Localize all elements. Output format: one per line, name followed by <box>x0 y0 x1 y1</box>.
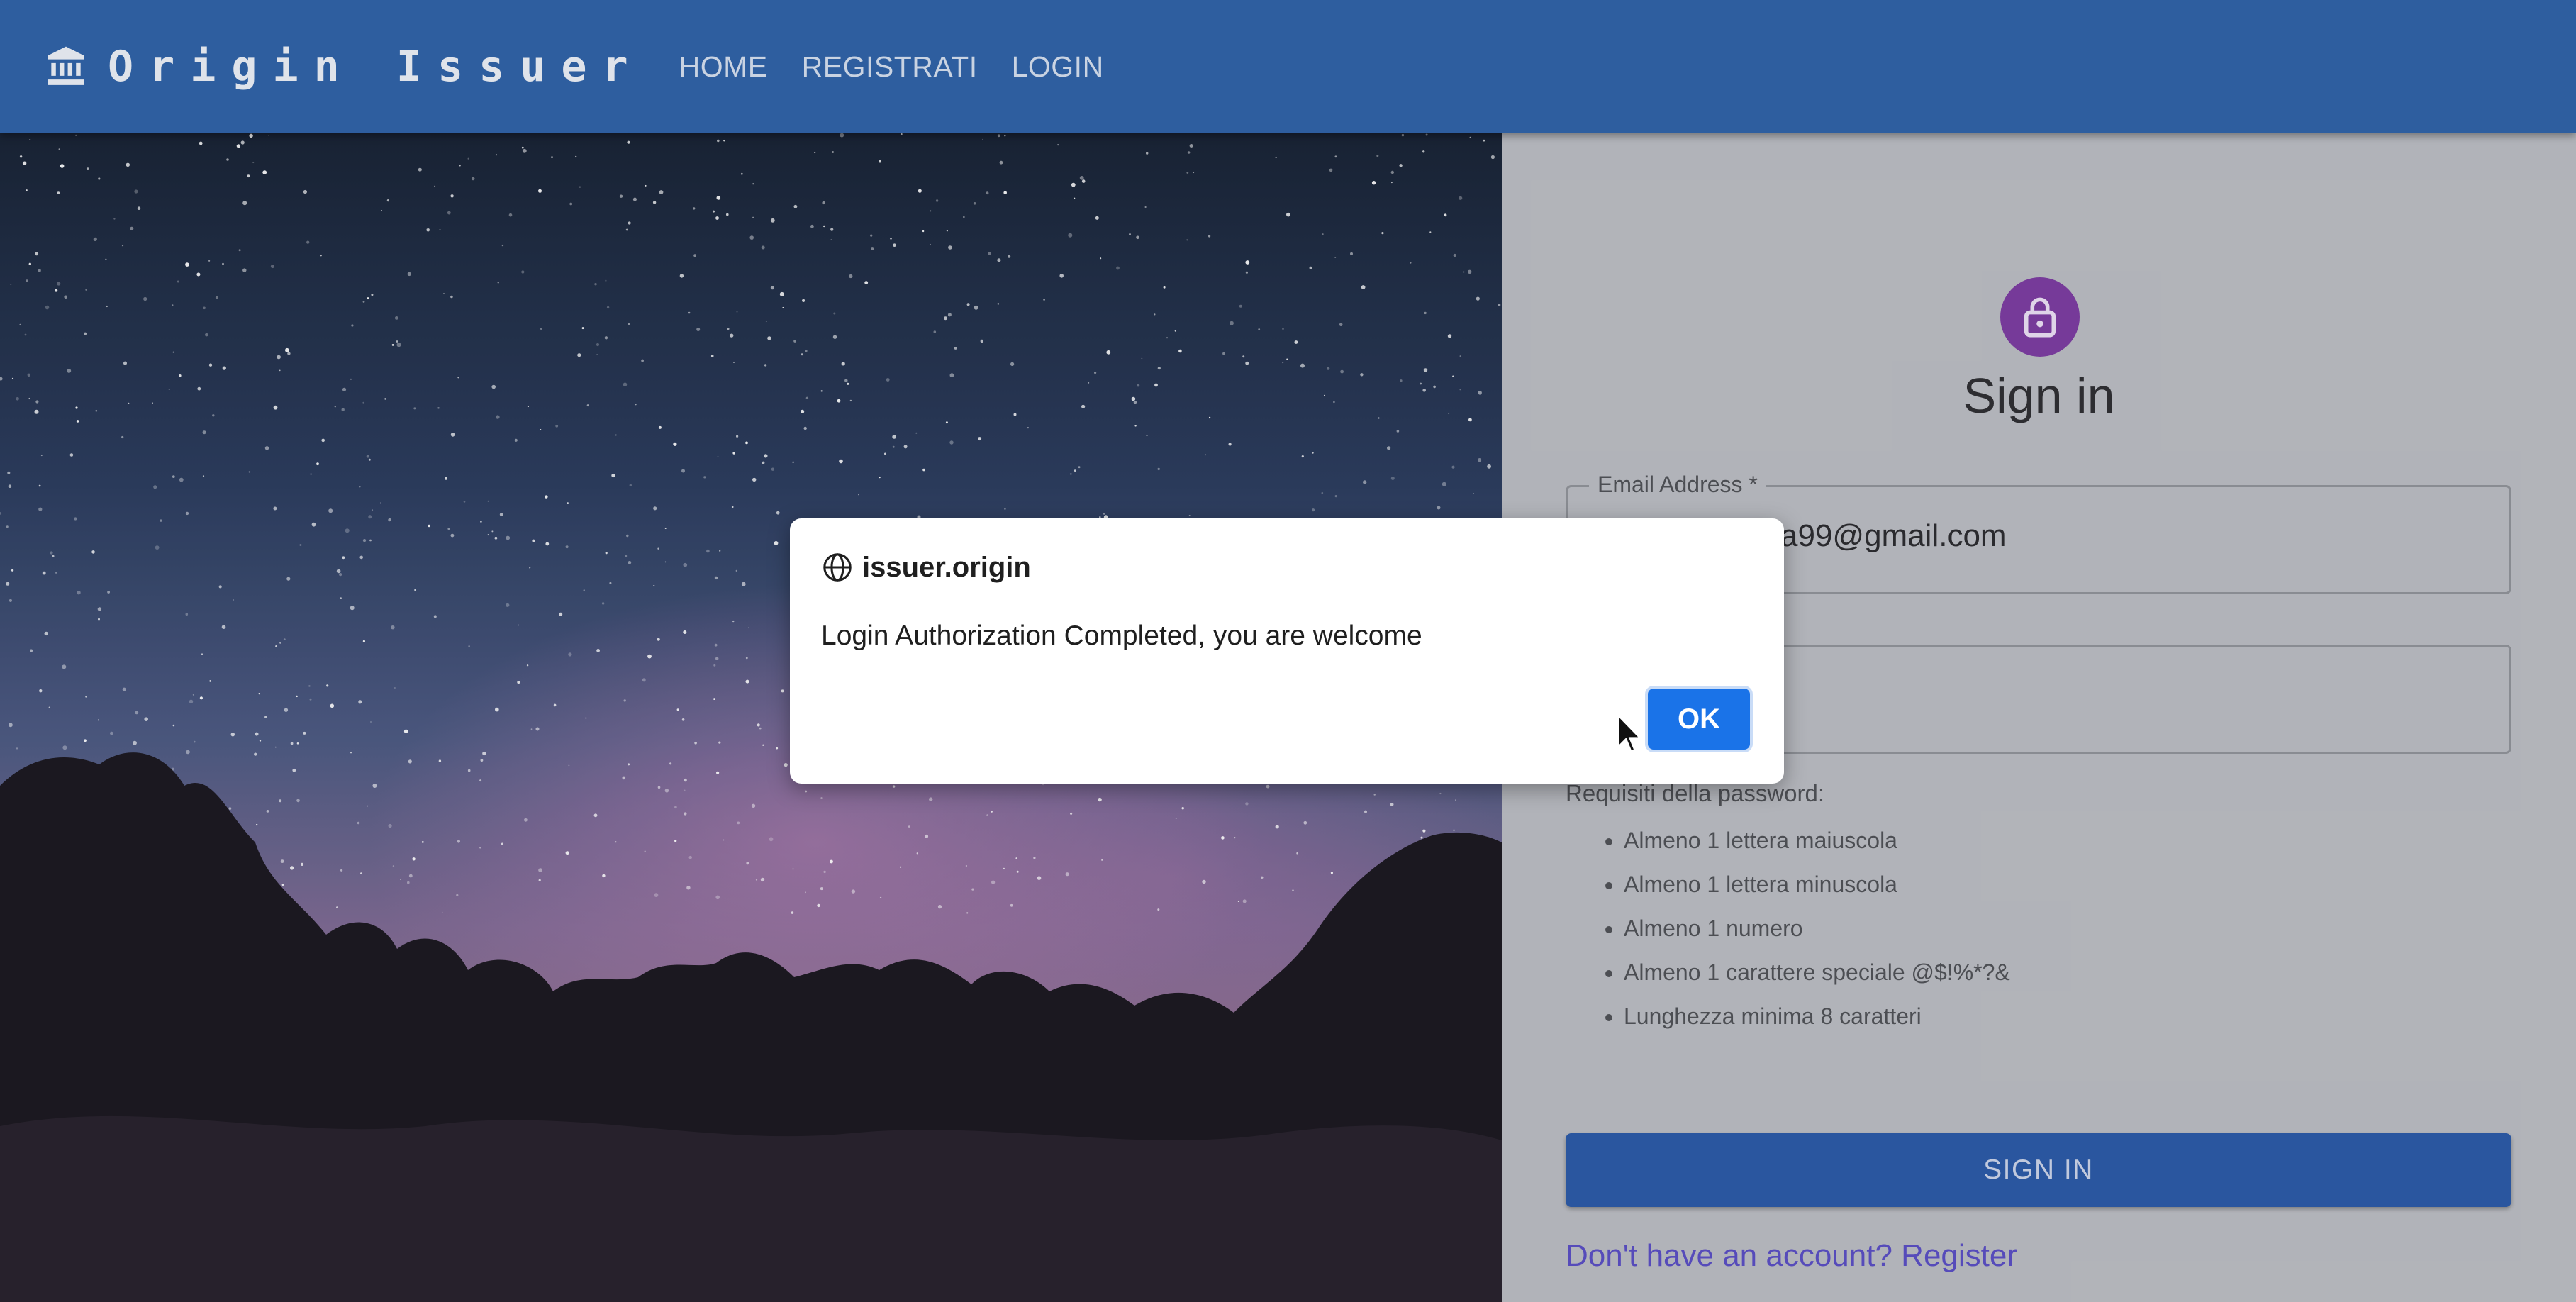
bank-icon <box>48 46 84 85</box>
password-requirements-title: Requisiti della password: <box>1566 780 1825 806</box>
signin-title: Sign in <box>1963 368 2115 423</box>
dialog-message: Login Authorization Completed, you are w… <box>821 621 1422 651</box>
brand[interactable]: Origin Issuer <box>44 42 644 91</box>
mouse-cursor-icon <box>1617 713 1644 754</box>
requirement-item: Almeno 1 carattere speciale @$!%*?& <box>1624 950 2010 994</box>
lock-icon <box>2024 297 2056 338</box>
password-requirements-list: Almeno 1 lettera maiuscola Almeno 1 lett… <box>1595 818 2010 1038</box>
requirement-item: Almeno 1 lettera minuscola <box>1624 862 2010 906</box>
signin-button[interactable]: SIGN IN <box>1566 1133 2511 1207</box>
brand-title: Origin Issuer <box>108 42 644 91</box>
main-nav: HOME REGISTRATI LOGIN <box>679 50 1138 84</box>
email-value: a99@gmail.com <box>1780 518 2007 553</box>
dialog-header: issuer.origin <box>821 551 1031 584</box>
globe-icon <box>823 553 852 582</box>
register-link[interactable]: Don't have an account? Register <box>1566 1238 2017 1274</box>
dialog-origin: issuer.origin <box>862 551 1031 583</box>
requirement-item: Almeno 1 lettera maiuscola <box>1624 818 2010 862</box>
lock-avatar <box>2000 277 2080 357</box>
nav-registrati[interactable]: REGISTRATI <box>802 50 978 84</box>
ok-button[interactable]: OK <box>1645 686 1753 752</box>
nav-home[interactable]: HOME <box>679 50 768 84</box>
app-bar: Origin Issuer HOME REGISTRATI LOGIN <box>0 0 2576 133</box>
requirement-item: Lunghezza minima 8 caratteri <box>1624 994 2010 1038</box>
email-label: Email Address * <box>1589 472 1766 498</box>
nav-login[interactable]: LOGIN <box>1012 50 1104 84</box>
requirement-item: Almeno 1 numero <box>1624 906 2010 950</box>
